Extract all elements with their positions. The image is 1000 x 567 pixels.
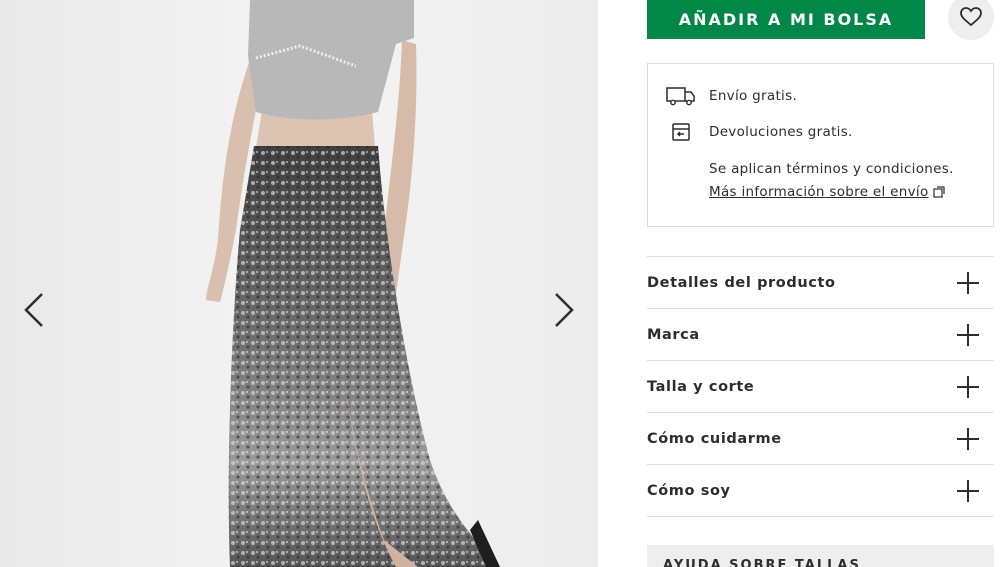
product-photo <box>0 0 598 567</box>
wishlist-button[interactable] <box>948 0 994 40</box>
heart-icon <box>960 7 982 27</box>
accordion-item-care[interactable]: Cómo cuidarme <box>647 413 994 465</box>
chevron-left-icon <box>24 293 43 327</box>
add-to-bag-button[interactable]: AÑADIR A MI BOLSA <box>647 0 925 39</box>
accordion-label: Cómo soy <box>647 482 731 499</box>
accordion-item-product-details[interactable]: Detalles del producto <box>647 257 994 309</box>
external-link-icon <box>932 186 945 198</box>
free-returns-text: Devoluciones gratis. <box>709 124 853 140</box>
previous-image-button[interactable] <box>16 290 56 330</box>
size-help-label: AYUDA SOBRE TALLAS <box>663 558 861 567</box>
accordion-label: Cómo cuidarme <box>647 430 782 447</box>
accordion-label: Marca <box>647 326 700 343</box>
next-image-button[interactable] <box>542 290 582 330</box>
chevron-right-icon <box>555 293 574 327</box>
terms-text: Se aplican términos y condiciones. <box>709 161 954 177</box>
free-shipping-text: Envío gratis. <box>709 88 798 104</box>
plus-icon <box>956 427 980 451</box>
shipping-info-link-label: Más información sobre el envío <box>709 184 929 200</box>
product-info-accordion: Detalles del producto Marca Talla y cort… <box>647 256 994 517</box>
truck-icon <box>666 85 696 107</box>
plus-icon <box>956 375 980 399</box>
returns-icon <box>666 121 696 143</box>
accordion-item-about-me[interactable]: Cómo soy <box>647 465 994 517</box>
plus-icon <box>956 323 980 347</box>
plus-icon <box>956 271 980 295</box>
accordion-label: Detalles del producto <box>647 274 836 291</box>
accordion-item-brand[interactable]: Marca <box>647 309 994 361</box>
accordion-label: Talla y corte <box>647 378 755 395</box>
free-returns-row <box>666 121 696 143</box>
free-shipping-row <box>666 85 696 107</box>
shipping-info-link[interactable]: Más información sobre el envío <box>709 184 945 200</box>
product-image-gallery <box>0 0 598 567</box>
delivery-info-box: Envío gratis. Devoluciones gratis. Se ap… <box>647 63 994 227</box>
plus-icon <box>956 479 980 503</box>
accordion-item-size-fit[interactable]: Talla y corte <box>647 361 994 413</box>
size-help-button[interactable]: AYUDA SOBRE TALLAS <box>647 545 994 567</box>
